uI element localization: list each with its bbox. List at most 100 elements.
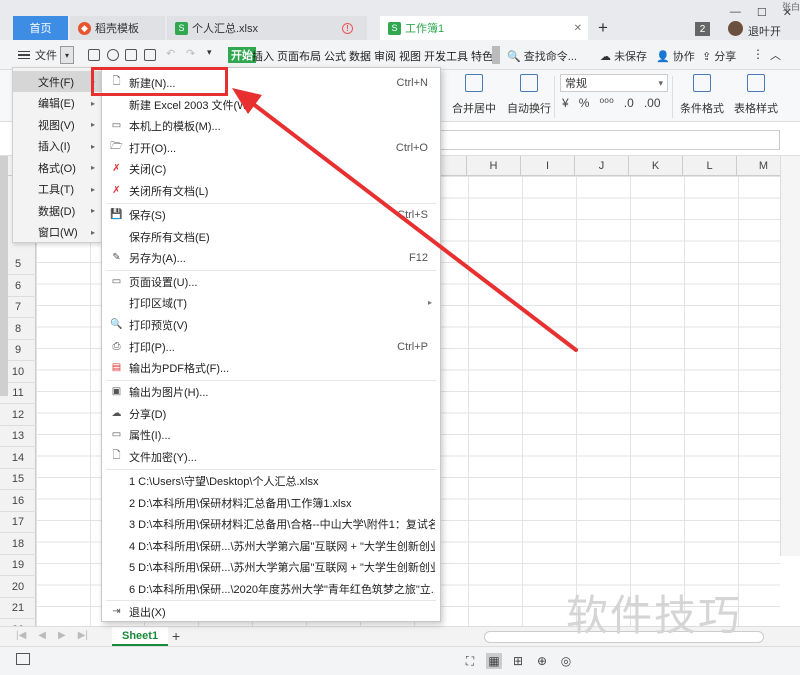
wrap-text-button[interactable]: 自动换行	[507, 74, 551, 116]
row-header[interactable]: 20	[0, 577, 36, 598]
left-menu-item[interactable]: 格式(O)	[13, 157, 101, 178]
redo-icon[interactable]: ↷	[186, 47, 195, 60]
menu-item-exit[interactable]: ⇥ 退出(X)	[102, 601, 440, 622]
menu-item-close-all[interactable]: ✗ 关闭所有文档(L)	[102, 180, 440, 201]
eye-protection-icon[interactable]: ◎	[558, 653, 574, 669]
row-header[interactable]: 21	[0, 598, 36, 619]
row-header[interactable]: 13	[0, 426, 36, 447]
save-icon[interactable]	[88, 49, 100, 61]
ribbon-tab[interactable]: 插入	[252, 48, 274, 64]
menu-item-save-as[interactable]: ✎ 另存为(A)... F12	[102, 247, 440, 268]
menu-item-print-preview[interactable]: 🔍 打印预览(V)	[102, 314, 440, 335]
format-painter-icon[interactable]	[107, 49, 119, 61]
menu-item-save-all[interactable]: 保存所有文档(E)	[102, 226, 440, 247]
ribbon-tab[interactable]: 视图	[399, 48, 421, 64]
recent-file-item[interactable]: 3 D:\本科所用\保研材料汇总备用\合格--中山大学\附件1：复试名...	[102, 513, 440, 534]
more-icon[interactable]: ⋮	[752, 47, 764, 61]
number-format-select[interactable]: 常规	[560, 74, 668, 92]
minimize-button[interactable]: —	[730, 6, 741, 19]
vertical-scrollbar[interactable]	[780, 156, 800, 556]
page-layout-icon[interactable]: ⊕	[534, 653, 550, 669]
add-sheet-button[interactable]: +	[172, 628, 180, 644]
ribbon-tab[interactable]: 公式	[324, 48, 346, 64]
formula-input[interactable]	[440, 130, 780, 150]
close-tab-icon[interactable]: ✕	[574, 23, 582, 34]
row-header[interactable]: 17	[0, 512, 36, 533]
close-button[interactable]: ✕	[783, 6, 792, 19]
menu-item-share[interactable]: ☁ 分享(D)	[102, 403, 440, 424]
chevron-down-icon[interactable]: ▾	[60, 46, 74, 64]
row-header[interactable]: 19	[0, 555, 36, 576]
menu-item-templates[interactable]: ▭ 本机上的模板(M)...	[102, 115, 440, 136]
ribbon-scroll-handle[interactable]	[492, 46, 500, 64]
undo-icon[interactable]: ↶	[166, 47, 175, 60]
file-menu-button[interactable]: 文件	[18, 47, 57, 63]
next-sheet-icon[interactable]: ▶	[58, 630, 66, 641]
menu-item-close[interactable]: ✗ 关闭(C)	[102, 158, 440, 179]
maximize-button[interactable]: ☐	[757, 6, 767, 19]
ribbon-tab[interactable]: 开发工具	[424, 48, 468, 64]
macro-icon[interactable]	[16, 653, 30, 665]
prev-sheet-icon[interactable]: ◀	[38, 630, 46, 641]
print-icon[interactable]	[125, 49, 137, 61]
merge-center-button[interactable]: 合并居中	[452, 74, 496, 116]
unsaved-status[interactable]: ☁ 未保存	[600, 48, 647, 64]
collapse-ribbon-icon[interactable]: ︿	[770, 47, 781, 63]
left-menu-item[interactable]: 文件(F)	[13, 71, 101, 92]
decrease-decimal-icon[interactable]: .00	[644, 96, 661, 110]
menu-item-encrypt[interactable]: 🗋 文件加密(Y)...	[102, 446, 440, 467]
recent-file-item[interactable]: 6 D:\本科所用\保研...\2020年度苏州大学"青年红色筑梦之旅"立...	[102, 578, 440, 599]
recent-file-item[interactable]: 4 D:\本科所用\保研...\苏州大学第六届"互联网 + "大学生创新创业..…	[102, 535, 440, 556]
customize-icon[interactable]: ▾	[207, 47, 212, 58]
thousands-icon[interactable]: ⁰⁰⁰	[599, 96, 613, 110]
tab-file-personal-summary[interactable]: S 个人汇总.xlsx !	[167, 16, 367, 40]
first-sheet-icon[interactable]: |◀	[16, 630, 26, 641]
left-menu-item[interactable]: 窗口(W)	[13, 222, 101, 243]
menu-item-page-setup[interactable]: ▭ 页面设置(U)...	[102, 271, 440, 292]
command-search[interactable]: 🔍 查找命令...	[507, 48, 577, 64]
row-header[interactable]: 15	[0, 469, 36, 490]
row-header[interactable]: 16	[0, 491, 36, 512]
menu-item-open[interactable]: 🗁 打开(O)... Ctrl+O	[102, 137, 440, 158]
menu-item-save[interactable]: 💾 保存(S) Ctrl+S	[102, 204, 440, 225]
recent-file-item[interactable]: 5 D:\本科所用\保研...\苏州大学第六届"互联网 + "大学生创新创业..…	[102, 556, 440, 577]
left-menu-item[interactable]: 工具(T)	[13, 179, 101, 200]
column-header[interactable]: M	[736, 156, 780, 176]
currency-icon[interactable]: ¥	[562, 96, 569, 110]
column-header[interactable]: J	[574, 156, 628, 176]
menu-item-properties[interactable]: ▭ 属性(I)...	[102, 424, 440, 445]
left-menu-item[interactable]: 数据(D)	[13, 200, 101, 221]
tab-home[interactable]: 首页	[13, 16, 68, 40]
row-header[interactable]: 14	[0, 448, 36, 469]
row-header[interactable]: 12	[0, 405, 36, 426]
new-tab-button[interactable]: +	[598, 18, 608, 38]
conditional-format-button[interactable]: 条件格式	[680, 74, 724, 116]
percent-icon[interactable]: %	[579, 96, 590, 110]
normal-view-icon[interactable]: ▦	[486, 653, 502, 669]
ribbon-tab[interactable]: 页面布局	[277, 48, 321, 64]
last-sheet-icon[interactable]: ▶|	[78, 630, 88, 641]
increase-decimal-icon[interactable]: .0	[624, 96, 634, 110]
recent-file-item[interactable]: 1 C:\Users\守望\Desktop\个人汇总.xlsx	[102, 470, 440, 491]
window-count-badge[interactable]: 2	[695, 22, 710, 36]
page-break-icon[interactable]: ⊞	[510, 653, 526, 669]
fullscreen-icon[interactable]: ⛶	[462, 653, 478, 669]
sheet-tab-sheet1[interactable]: Sheet1	[112, 627, 169, 646]
menu-item-new-2003[interactable]: 新建 Excel 2003 文件(W)	[102, 94, 440, 115]
collaborate-button[interactable]: 👤 协作	[656, 48, 695, 64]
tab-file-workbook1[interactable]: S 工作簿1 ✕	[380, 16, 588, 40]
ribbon-tab[interactable]: 数据	[349, 48, 371, 64]
column-header[interactable]: H	[466, 156, 520, 176]
username[interactable]: 退叶开	[748, 23, 781, 39]
menu-item-print-area[interactable]: 打印区域(T) ▸	[102, 292, 440, 313]
print-preview-icon[interactable]	[144, 49, 156, 61]
tab-docer[interactable]: ◆ 稻壳模板	[70, 16, 165, 40]
table-style-button[interactable]: 表格样式	[734, 74, 778, 116]
menu-item-print[interactable]: ⎙ 打印(P)... Ctrl+P	[102, 336, 440, 357]
column-header[interactable]: K	[628, 156, 682, 176]
menu-item-export-image[interactable]: ▣ 输出为图片(H)...	[102, 381, 440, 402]
left-menu-item[interactable]: 编辑(E)	[13, 93, 101, 114]
ribbon-tab[interactable]: 审阅	[374, 48, 396, 64]
recent-file-item[interactable]: 2 D:\本科所用\保研材料汇总备用\工作簿1.xlsx	[102, 492, 440, 513]
column-header[interactable]: L	[682, 156, 736, 176]
